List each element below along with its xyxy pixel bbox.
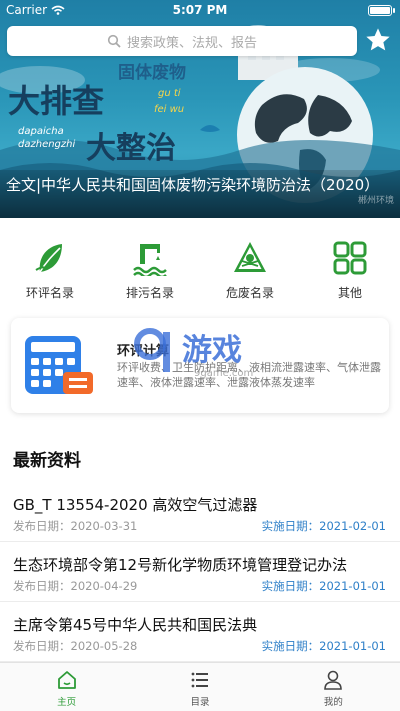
status-time: 5:07 PM: [172, 3, 228, 17]
banner-corner-mark: 郴州环境: [357, 196, 394, 206]
grid-icon: [333, 241, 367, 275]
banner-pinyin-right: gu ti: [158, 88, 181, 99]
watermark-logo-text: 游戏: [182, 333, 242, 368]
news-title: GB_T 13554-2020 高效空气过滤器: [13, 496, 258, 514]
banner-big-left: 大排查: [8, 82, 104, 120]
entry-label: 危废名录: [225, 286, 274, 300]
search-icon: [107, 34, 121, 48]
banner-pinyin-left: dapaicha: [18, 126, 64, 137]
bottom-tab-bar: 主页 目录 我的: [0, 662, 400, 711]
banner-big-right: 大整治: [86, 131, 176, 166]
home-icon: [57, 671, 76, 689]
banner-caption-text: 全文|中华人民共和国固体废物污染环境防治法（2020）: [6, 176, 380, 194]
news-effective-date: 实施日期：2021-01-01: [261, 639, 386, 653]
tab-label: 我的: [323, 697, 343, 708]
search-placeholder: 搜索政策、法规、报告: [126, 35, 257, 51]
watermark-url: 9game.com: [194, 368, 253, 379]
battery-level-fill: [370, 7, 390, 14]
news-title: 主席令第45号中华人民共和国民法典: [13, 616, 258, 634]
battery-icon: [368, 5, 395, 16]
banner-pinyin-right2: fei wu: [154, 104, 184, 115]
entry-discharge-catalog[interactable]: 排污名录: [100, 232, 200, 307]
banner-caption[interactable]: 全文|中华人民共和国固体废物污染环境防治法（2020） 郴州环境: [0, 170, 400, 218]
discharge-icon: [133, 244, 167, 276]
entry-label: 排污名录: [125, 286, 174, 300]
user-icon: [324, 670, 343, 690]
tab-label: 主页: [57, 697, 77, 708]
favorite-star-icon[interactable]: [364, 26, 392, 54]
entry-eia-catalog[interactable]: 环评名录: [0, 232, 100, 307]
calculator-icon: [25, 336, 93, 394]
news-title: 生态环境部令第12号新化学物质环境管理登记办法: [13, 556, 348, 574]
tab-home[interactable]: 主页: [0, 663, 133, 711]
entry-other[interactable]: 其他: [300, 232, 400, 307]
news-list: GB_T 13554-2020 高效空气过滤器 发布日期：2020-03-31 …: [0, 482, 400, 662]
entry-label: 环评名录: [25, 286, 74, 300]
search-input[interactable]: 搜索政策、法规、报告: [7, 26, 357, 56]
hazard-icon: [234, 242, 266, 272]
news-item[interactable]: 生态环境部令第12号新化学物质环境管理登记办法 发布日期：2020-04-29 …: [0, 542, 400, 602]
quick-entries: 环评名录 排污名录 危废名录 其他: [0, 232, 400, 307]
list-icon: [191, 672, 208, 688]
latest-section-title: 最新资料: [13, 451, 81, 471]
news-effective-date: 实施日期：2021-02-01: [261, 519, 386, 533]
news-published-date: 发布日期：2020-05-28: [13, 639, 138, 653]
news-item[interactable]: GB_T 13554-2020 高效空气过滤器 发布日期：2020-03-31 …: [0, 482, 400, 542]
app-screen: 固体废物 大排查 dapaicha dazhengzhi 大整治 gu ti f…: [0, 0, 400, 711]
news-effective-date: 实施日期：2021-01-01: [261, 579, 386, 593]
tab-label: 目录: [190, 697, 210, 708]
leaf-icon: [35, 244, 62, 273]
news-published-date: 发布日期：2020-03-31: [13, 519, 138, 533]
entry-hazardous-catalog[interactable]: 危废名录: [200, 232, 300, 307]
news-item[interactable]: 主席令第45号中华人民共和国民法典 发布日期：2020-05-28 实施日期：2…: [0, 602, 400, 662]
status-bar: Carrier 5:07 PM: [0, 0, 400, 20]
entry-label: 其他: [337, 286, 362, 300]
banner-carousel[interactable]: 固体废物 大排查 dapaicha dazhengzhi 大整治 gu ti f…: [0, 0, 400, 218]
tab-profile[interactable]: 我的: [267, 663, 400, 711]
tab-catalog[interactable]: 目录: [133, 663, 266, 711]
news-published-date: 发布日期：2020-04-29: [13, 579, 138, 593]
game-site-watermark-logo: 游戏 9game.com: [134, 328, 253, 379]
banner-pinyin-left2: dazhengzhi: [18, 139, 75, 150]
banner-heading-top: 固体废物: [118, 62, 186, 83]
